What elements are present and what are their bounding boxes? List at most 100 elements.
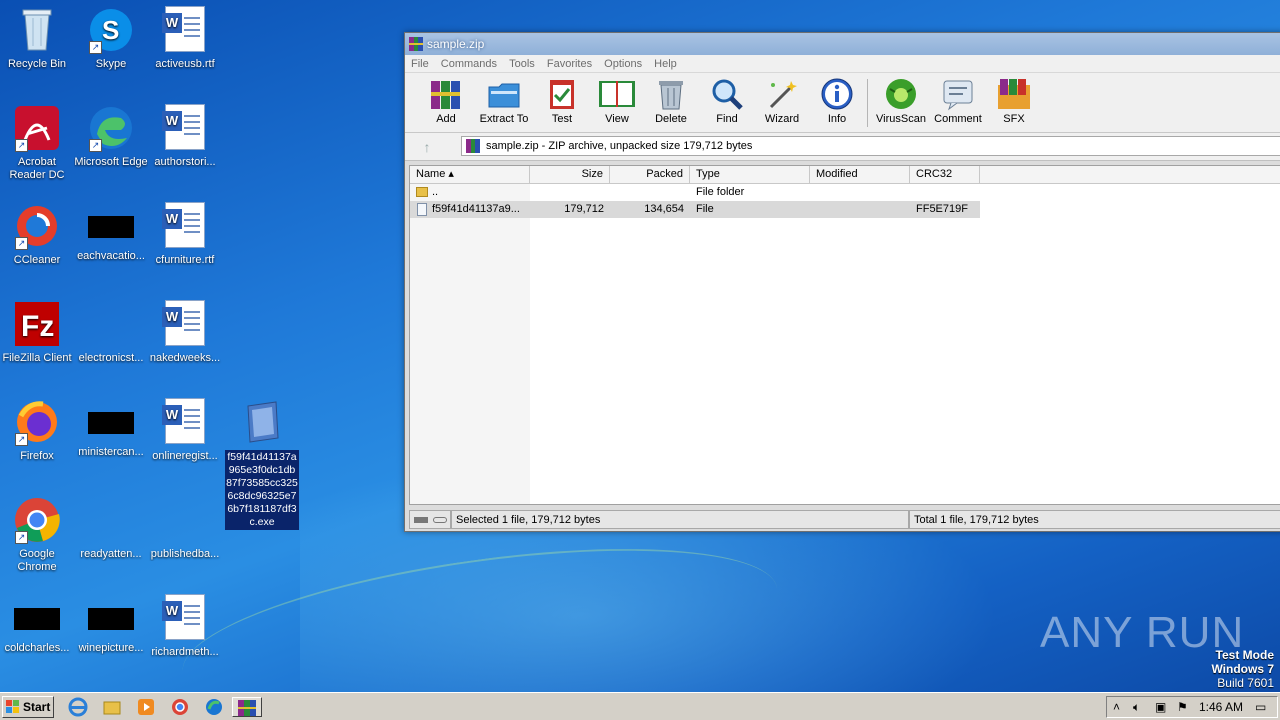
chrome-icon: ↗ (13, 496, 61, 544)
action-center-flag-icon[interactable]: ⚑ (1177, 700, 1188, 714)
explorer-taskbar-icon[interactable] (102, 697, 124, 717)
column-size[interactable]: Size (530, 166, 610, 183)
recycle-bin-icon (13, 6, 61, 54)
desktop-icon-ccleaner[interactable]: ↗ CCleaner (0, 202, 74, 267)
winrar-taskbar-icon[interactable] (232, 697, 262, 717)
sfx-button[interactable]: SFX (983, 77, 1045, 125)
delete-button[interactable]: Delete (640, 77, 702, 125)
row-type: File (696, 203, 714, 215)
view-button[interactable]: View (586, 77, 648, 125)
file-icon (417, 203, 427, 216)
shortcut-arrow-icon: ↗ (15, 237, 28, 250)
word-document-icon: W (161, 202, 209, 250)
virusscan-button[interactable]: VirusScan (870, 77, 932, 125)
table-row[interactable]: .. File folder (410, 184, 980, 201)
start-button[interactable]: Start (2, 696, 54, 718)
taskbar: Start ˄ 🔈︎ ▣ ⚑ 1:46 AM ▭ (0, 692, 1280, 720)
tray-expand-icon[interactable]: ˄ (1113, 700, 1120, 714)
menu-help[interactable]: Help (654, 55, 677, 73)
selected-file-label[interactable]: f59f41d41137a965e3f0dc1db87f73585cc3256c… (225, 450, 299, 530)
desktop-icon-coldcharles[interactable]: coldcharles... (0, 594, 74, 655)
desktop-icon-recycle-bin[interactable]: Recycle Bin (0, 6, 74, 71)
desktop-icon-cfurniture[interactable]: W cfurniture.rtf (148, 202, 222, 267)
clipboard-check-icon (550, 80, 574, 109)
ie-taskbar-icon[interactable] (68, 697, 90, 717)
desktop-icon-acrobat[interactable]: ↗ Acrobat Reader DC (0, 104, 74, 182)
desktop-icon-skype[interactable]: S ↗ Skype (74, 6, 148, 71)
clock[interactable]: 1:46 AM (1199, 700, 1243, 714)
magnifier-icon (712, 79, 743, 110)
desktop-icon-exe-selected[interactable] (225, 398, 299, 450)
menu-tools[interactable]: Tools (509, 55, 535, 73)
winrar-window[interactable]: sample.zip File Commands Tools Favorites… (404, 32, 1280, 532)
desktop-icon-nakedweeks[interactable]: W nakedweeks... (148, 300, 222, 365)
menu-commands[interactable]: Commands (441, 55, 497, 73)
file-list[interactable]: Name ▴ Size Packed Type Modified CRC32 .… (409, 165, 1280, 505)
skype-icon: S ↗ (87, 6, 135, 54)
file-thumbnail (88, 412, 134, 434)
svg-text:S: S (102, 15, 119, 45)
find-button[interactable]: Find (696, 77, 758, 125)
desktop-icon-activeusb[interactable]: W activeusb.rtf (148, 6, 222, 71)
column-name[interactable]: Name ▴ (410, 166, 530, 183)
word-document-icon: W (161, 104, 209, 152)
drive-icon (414, 517, 428, 523)
network-icon[interactable]: ▣ (1155, 700, 1166, 714)
up-arrow-icon[interactable]: ↑ (413, 137, 441, 157)
desktop-icon-onlineregist[interactable]: W onlineregist... (148, 398, 222, 463)
desktop-icon-filezilla[interactable]: Fz FileZilla Client (0, 300, 74, 365)
shortcut-arrow-icon: ↗ (15, 433, 28, 446)
windows-flag-icon (6, 700, 19, 713)
shortcut-arrow-icon: ↗ (89, 41, 102, 54)
comment-button[interactable]: Comment (927, 77, 989, 125)
firefox-icon: ↗ (13, 398, 61, 446)
toolbar: Add Extract To Test View Delete Find Wiz… (405, 73, 1280, 133)
desktop-icon-authorstori[interactable]: W authorstori... (148, 104, 222, 169)
window-titlebar[interactable]: sample.zip (405, 33, 1280, 55)
desktop-icon-readyatten[interactable]: readyatten... (74, 496, 148, 561)
sfx-box-icon (998, 79, 1030, 109)
extract-to-button[interactable]: Extract To (473, 77, 535, 125)
desktop-icon-chrome[interactable]: ↗ Google Chrome (0, 496, 74, 574)
desktop-icon-eachvacatio[interactable]: eachvacatio... (74, 202, 148, 263)
desktop-icon-firefox[interactable]: ↗ Firefox (0, 398, 74, 463)
info-icon (821, 78, 853, 110)
desktop-icon-winepicture[interactable]: winepicture... (74, 594, 148, 655)
menu-favorites[interactable]: Favorites (547, 55, 592, 73)
word-document-icon: W (161, 6, 209, 54)
menu-file[interactable]: File (411, 55, 429, 73)
edge-taskbar-icon[interactable] (204, 697, 226, 717)
shortcut-arrow-icon: ↗ (89, 139, 102, 152)
column-packed[interactable]: Packed (610, 166, 690, 183)
wizard-button[interactable]: Wizard (751, 77, 813, 125)
show-desktop-icon[interactable]: ▭ (1255, 700, 1266, 714)
desktop-icon-richardmeth[interactable]: W richardmeth... (148, 594, 222, 659)
address-field[interactable]: sample.zip - ZIP archive, unpacked size … (461, 136, 1280, 156)
word-document-icon: W (161, 398, 209, 446)
column-type[interactable]: Type (690, 166, 810, 183)
blank-file-icon (87, 300, 135, 348)
desktop-icon-electronicst[interactable]: electronicst... (74, 300, 148, 365)
row-name: f59f41d41137a9... (432, 203, 520, 215)
book-icon (599, 81, 635, 107)
blank-file-icon (161, 496, 209, 544)
desktop-icon-ministercan[interactable]: ministercan... (74, 398, 148, 459)
add-button[interactable]: Add (415, 77, 477, 125)
table-row[interactable]: f59f41d41137a9... 179,712 134,654 File F… (410, 201, 980, 218)
desktop-icon-edge[interactable]: ↗ Microsoft Edge (74, 104, 148, 169)
row-type: File folder (696, 186, 745, 198)
desktop-icon-publishedba[interactable]: publishedba... (148, 496, 222, 561)
volume-icon[interactable]: 🔈︎ (1133, 700, 1140, 715)
chrome-taskbar-icon[interactable] (170, 697, 192, 717)
column-modified[interactable]: Modified (810, 166, 910, 183)
test-button[interactable]: Test (531, 77, 593, 125)
row-packed: 134,654 (644, 203, 684, 215)
column-crc32[interactable]: CRC32 (910, 166, 980, 183)
column-header-row: Name ▴ Size Packed Type Modified CRC32 (410, 166, 1280, 184)
media-player-taskbar-icon[interactable] (136, 697, 158, 717)
blank-file-icon (87, 496, 135, 544)
magic-wand-icon (769, 81, 797, 109)
info-button[interactable]: Info (806, 77, 868, 125)
executable-icon (238, 398, 286, 446)
menu-options[interactable]: Options (604, 55, 642, 73)
